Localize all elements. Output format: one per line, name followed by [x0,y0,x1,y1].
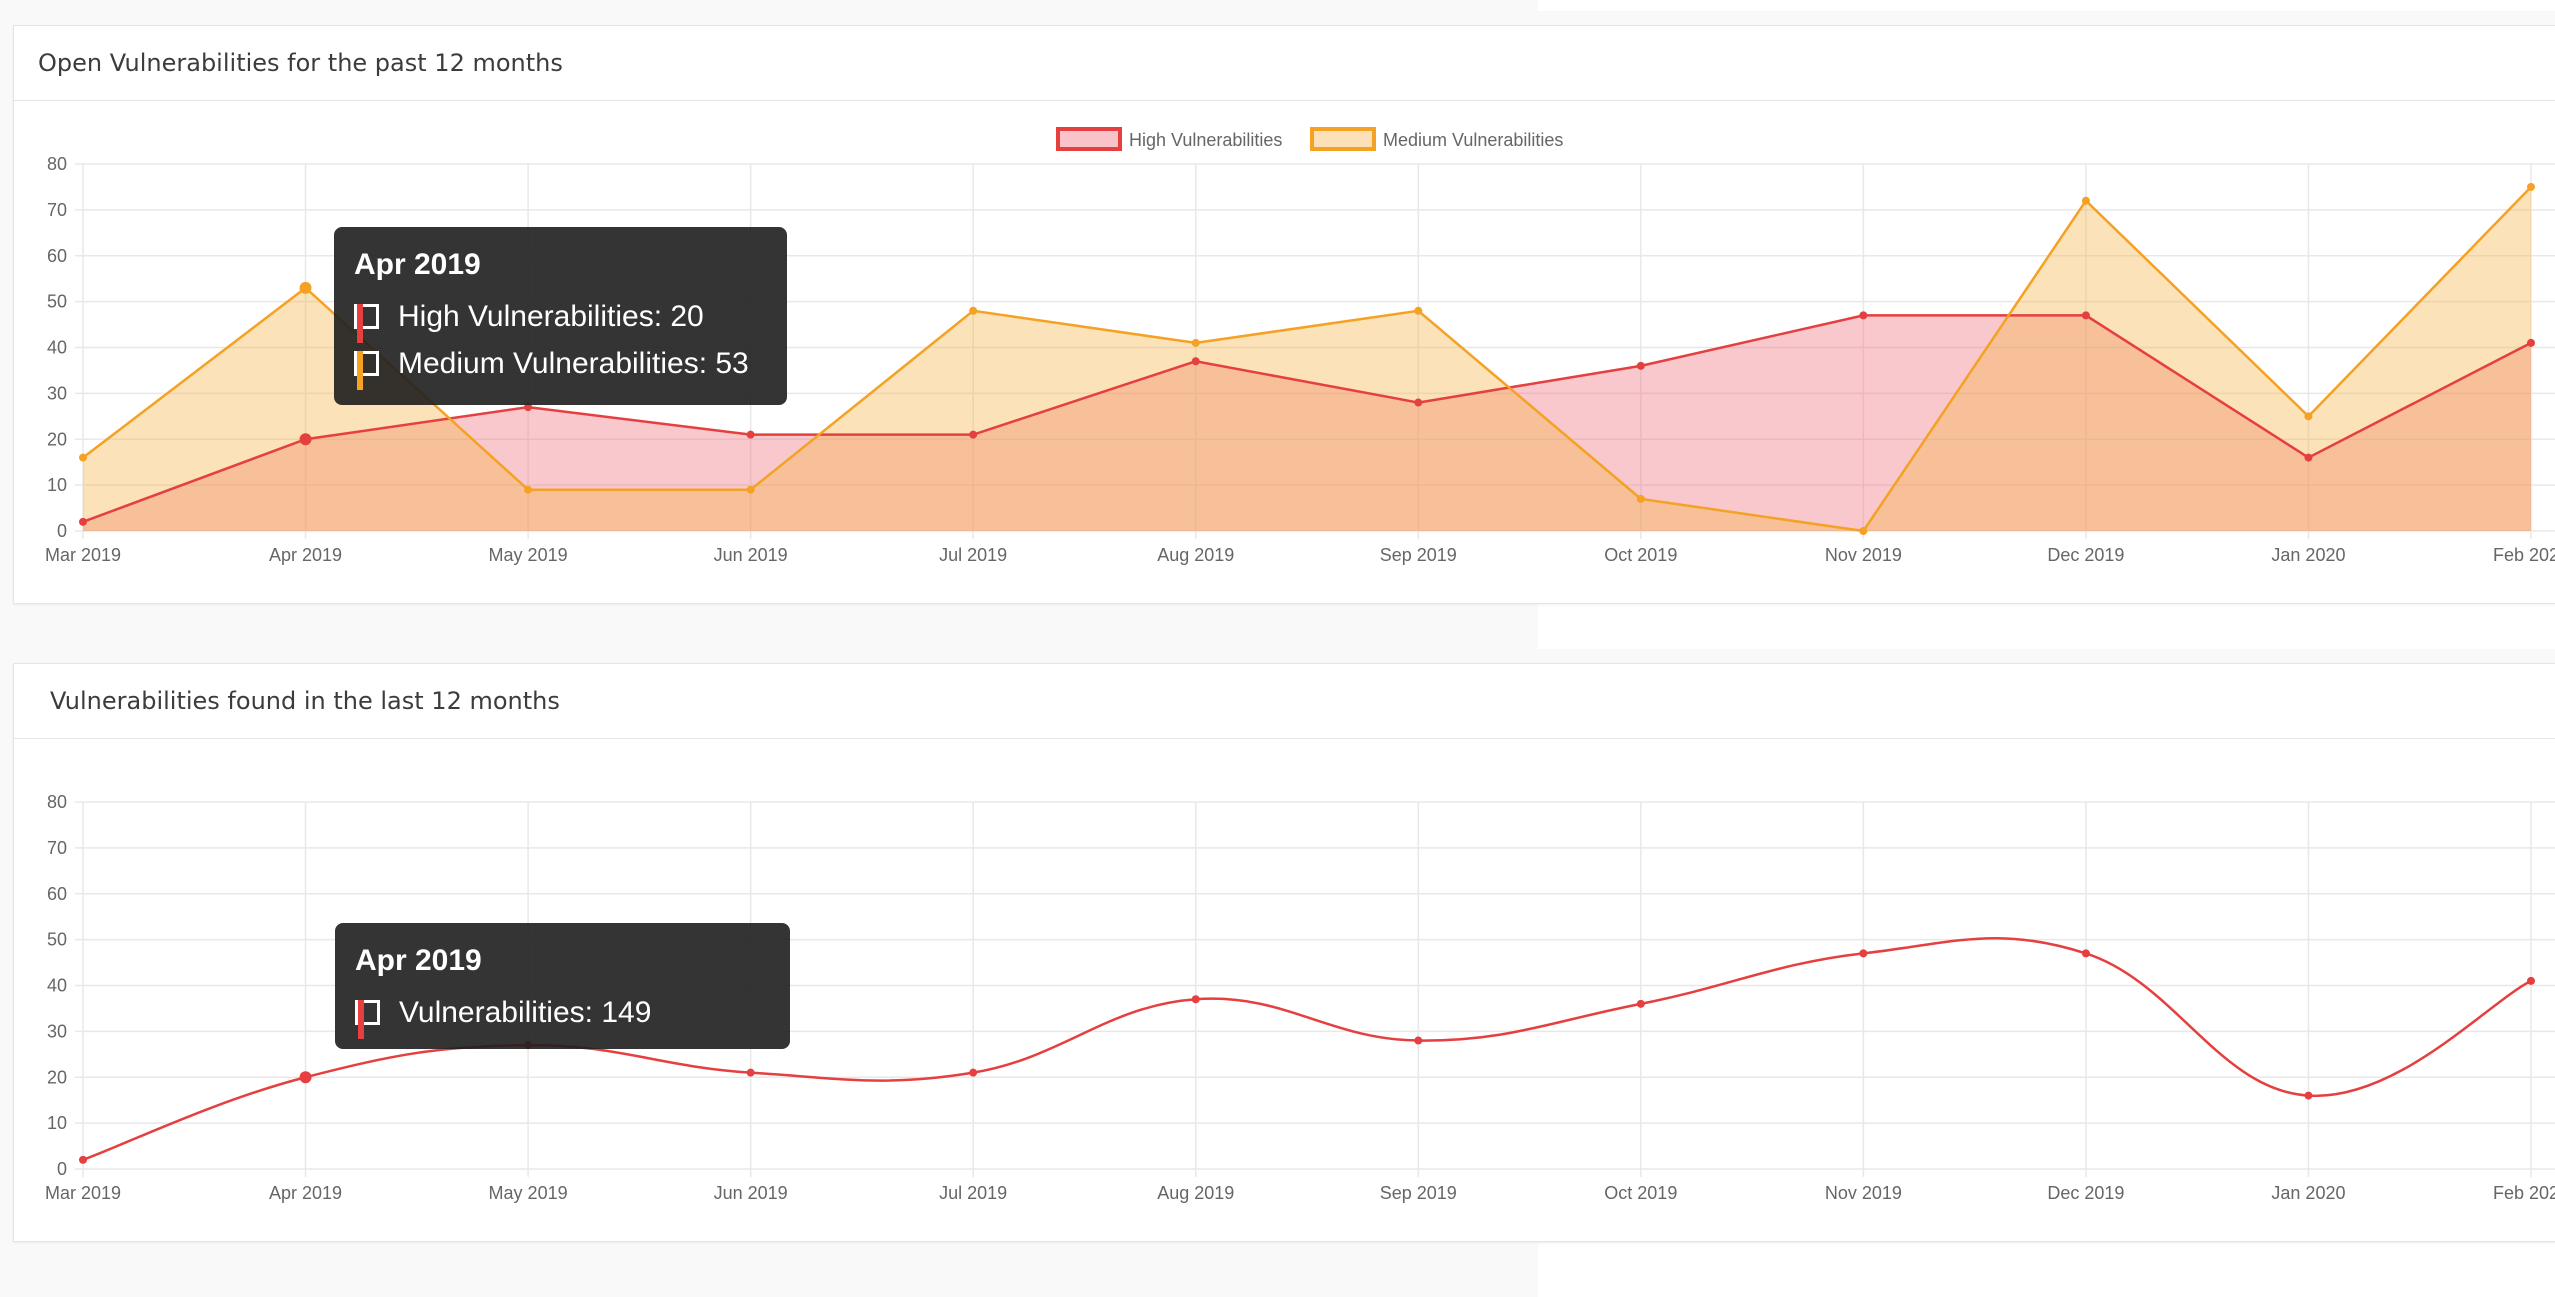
x-tick-label: Jul 2019 [939,1183,1007,1203]
x-tick-label: Aug 2019 [1157,1183,1234,1203]
legend-swatch [1310,127,1376,151]
x-tick-label: Mar 2019 [45,545,121,565]
tooltip-row: Vulnerabilities: 149 [355,989,770,1039]
tooltip-row-label: Medium Vulnerabilities: 53 [398,346,749,380]
x-tick-label: Oct 2019 [1604,1183,1677,1203]
y-tick-label: 80 [47,792,67,812]
legend-swatch [1056,127,1122,151]
data-point [2081,196,2090,205]
data-point [969,430,978,439]
tooltip-title: Apr 2019 [355,944,482,977]
y-tick-label: 0 [57,1159,67,1179]
chart-tooltip: Apr 2019 High Vulnerabilities: 20 Medium… [334,227,787,405]
x-tick-label: May 2019 [489,545,568,565]
x-tick-label: Feb 2020 [2493,545,2555,565]
x-tick-label: Nov 2019 [1825,1183,1902,1203]
tooltip-row-label: Vulnerabilities: 149 [399,995,652,1029]
y-tick-label: 50 [47,292,67,312]
data-point [79,517,87,526]
y-tick-label: 10 [47,1113,67,1133]
x-tick-label: Oct 2019 [1604,545,1677,565]
chart-tooltip: Apr 2019 Vulnerabilities: 149 [335,923,790,1049]
data-point [1859,311,1868,320]
data-point [969,1068,978,1077]
x-tick-label: Sep 2019 [1380,545,1457,565]
tooltip-row: Medium Vulnerabilities: 53 [354,340,767,390]
tooltip-swatch-medium [354,351,379,390]
x-tick-label: Jun 2019 [714,1183,788,1203]
open-vulnerabilities-card: Open Vulnerabilities for the past 12 mon… [13,25,2555,604]
data-point [2304,453,2313,462]
data-point [2304,1091,2313,1100]
data-point [2081,311,2090,320]
data-point [1414,306,1423,315]
y-tick-label: 40 [47,338,67,358]
x-tick-label: Dec 2019 [2047,1183,2124,1203]
x-tick-label: Jan 2020 [2271,545,2345,565]
data-point [299,281,312,294]
data-point [1859,527,1868,535]
data-point [1191,357,1200,366]
data-point [969,306,978,315]
data-point [746,1068,755,1077]
tooltip-swatch-vulnerabilities [355,1000,380,1039]
y-tick-label: 60 [47,246,67,266]
x-tick-label: Mar 2019 [45,1183,121,1203]
data-point [1636,361,1645,370]
y-tick-label: 70 [47,200,67,220]
tooltip-swatch-high [354,304,379,343]
data-point [1636,494,1645,503]
y-tick-label: 60 [47,884,67,904]
data-point [1191,995,1200,1004]
data-point [1414,1036,1423,1045]
data-point [746,430,755,439]
tooltip-title: Apr 2019 [354,248,481,281]
y-tick-label: 40 [47,976,67,996]
data-point [2527,182,2535,191]
data-point [1636,999,1645,1008]
y-tick-label: 70 [47,838,67,858]
y-tick-label: 10 [47,475,67,495]
tooltip-row-label: High Vulnerabilities: 20 [398,299,704,333]
legend-label: High Vulnerabilities [1129,130,1282,150]
data-point [746,485,755,494]
found-vulnerabilities-card: Vulnerabilities found in the last 12 mon… [13,663,2555,1242]
x-tick-label: Apr 2019 [269,1183,342,1203]
y-tick-label: 0 [57,521,67,541]
y-tick-label: 80 [47,154,67,174]
data-point [524,485,533,494]
y-tick-label: 30 [47,1021,67,1041]
y-tick-label: 20 [47,429,67,449]
x-tick-label: Jul 2019 [939,545,1007,565]
x-tick-label: Jun 2019 [714,545,788,565]
background-strip-top [1538,0,2555,11]
x-tick-label: May 2019 [489,1183,568,1203]
x-tick-label: Dec 2019 [2047,545,2124,565]
background-strip-bottom [1538,1243,2555,1297]
x-tick-label: Aug 2019 [1157,545,1234,565]
y-tick-label: 50 [47,930,67,950]
data-point [1859,949,1868,958]
x-tick-label: Apr 2019 [269,545,342,565]
data-point [2304,412,2313,421]
x-tick-label: Nov 2019 [1825,545,1902,565]
y-tick-label: 30 [47,383,67,403]
background-strip-middle [1538,603,2555,649]
tooltip-row: High Vulnerabilities: 20 [354,293,767,343]
data-point [1414,398,1423,407]
data-point [2527,976,2535,985]
data-point [2081,949,2090,958]
data-point [1191,338,1200,347]
data-point [79,453,87,462]
x-tick-label: Jan 2020 [2271,1183,2345,1203]
data-point [79,1155,87,1164]
data-point [299,433,312,446]
y-tick-label: 20 [47,1067,67,1087]
x-tick-label: Sep 2019 [1380,1183,1457,1203]
data-point [299,1071,312,1084]
data-point [2527,338,2535,347]
x-tick-label: Feb 2020 [2493,1183,2555,1203]
legend-label: Medium Vulnerabilities [1383,130,1563,150]
